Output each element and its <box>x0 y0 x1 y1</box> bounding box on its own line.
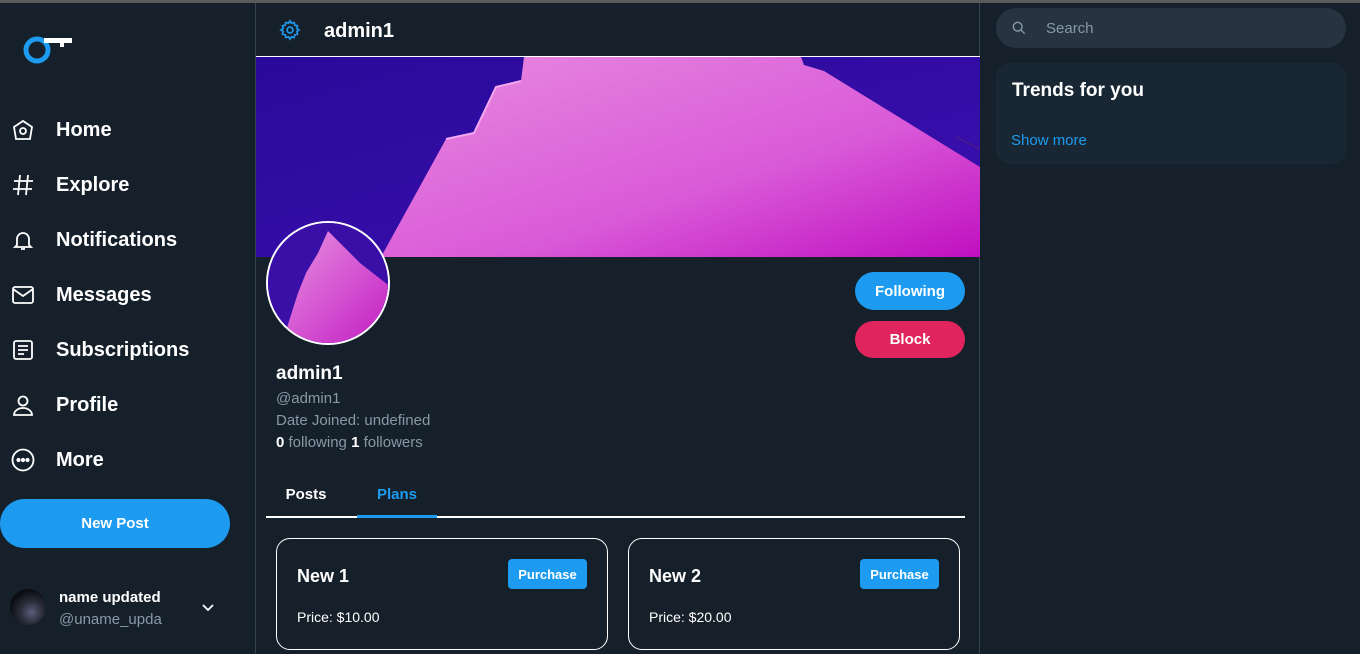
document-icon <box>11 338 35 362</box>
sidebar-item-label: Explore <box>56 173 130 196</box>
page-title: admin1 <box>324 20 395 42</box>
profile-handle: @admin1 <box>276 390 341 407</box>
plan-card: New 1 Purchase Price: $10.00 <box>276 538 608 650</box>
sidebar-item-label: Home <box>56 118 112 141</box>
app-logo-icon[interactable] <box>22 30 78 70</box>
avatar <box>10 589 46 625</box>
sidebar-item-label: Subscriptions <box>56 338 190 361</box>
following-button[interactable]: Following <box>855 272 965 310</box>
more-icon <box>11 448 35 472</box>
hashtag-icon <box>11 173 35 197</box>
account-handle: @uname_upda <box>59 611 162 628</box>
plan-card: New 2 Purchase Price: $20.00 <box>628 538 960 650</box>
gear-icon[interactable] <box>279 19 301 41</box>
sidebar-item-label: Messages <box>56 283 152 306</box>
sidebar-item-more[interactable]: More <box>0 437 240 483</box>
sidebar-item-label: More <box>56 448 104 471</box>
show-more-link[interactable]: Show more <box>1011 132 1087 149</box>
search-icon <box>1012 21 1026 35</box>
page-header: admin1 <box>256 3 980 57</box>
home-icon <box>11 118 35 142</box>
mail-icon <box>11 283 35 307</box>
user-icon <box>11 393 35 417</box>
plan-title: New 1 <box>297 566 350 586</box>
chevron-down-icon <box>200 599 216 615</box>
sidebar-item-messages[interactable]: Messages <box>0 272 240 318</box>
sidebar: Home Explore Notifications Messages Subs… <box>0 3 256 654</box>
account-switcher[interactable]: name updated @uname_upda <box>0 581 240 637</box>
following-count[interactable]: 0 <box>276 434 284 451</box>
block-button[interactable]: Block <box>855 321 965 358</box>
profile-follow-stats: 0 following 1 followers <box>276 434 423 451</box>
following-label[interactable]: following <box>289 434 347 451</box>
plan-price: Price: $10.00 <box>297 609 380 625</box>
followers-count[interactable]: 1 <box>351 434 359 451</box>
bell-icon <box>11 228 35 252</box>
sidebar-item-home[interactable]: Home <box>0 107 240 153</box>
new-post-button[interactable]: New Post <box>0 499 230 548</box>
sidebar-item-profile[interactable]: Profile <box>0 382 240 428</box>
sidebar-item-explore[interactable]: Explore <box>0 162 240 208</box>
sidebar-item-label: Notifications <box>56 228 178 251</box>
search-input[interactable] <box>1046 8 1326 48</box>
account-name: name updated <box>59 589 161 606</box>
tab-plans[interactable]: Plans <box>357 473 437 518</box>
sidebar-item-label: Profile <box>56 393 119 416</box>
plan-title: New 2 <box>649 566 702 586</box>
profile-tabs: Posts Plans <box>266 473 965 518</box>
purchase-button[interactable]: Purchase <box>508 559 587 589</box>
trends-title: Trends for you <box>1012 80 1144 101</box>
sidebar-item-notifications[interactable]: Notifications <box>0 217 240 263</box>
tab-posts[interactable]: Posts <box>266 473 346 516</box>
purchase-button[interactable]: Purchase <box>860 559 939 589</box>
plan-price: Price: $20.00 <box>649 609 732 625</box>
followers-label[interactable]: followers <box>364 434 423 451</box>
profile-avatar[interactable] <box>266 221 390 345</box>
trends-panel: Trends for you Show more <box>996 63 1346 164</box>
profile-banner-image <box>256 57 980 257</box>
search-bar[interactable] <box>996 8 1346 48</box>
profile-name: admin1 <box>276 363 343 384</box>
profile-date-joined: Date Joined: undefined <box>276 412 431 429</box>
profile-main: admin1 Following Block admin1 @admin1 Da… <box>256 3 980 654</box>
sidebar-item-subscriptions[interactable]: Subscriptions <box>0 327 240 373</box>
